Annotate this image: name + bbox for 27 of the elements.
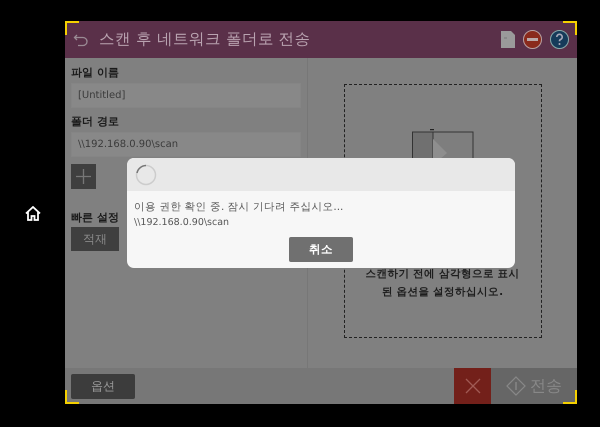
plus-icon: [76, 168, 91, 184]
close-icon: [464, 378, 480, 394]
corner-mark: [563, 21, 577, 35]
add-button[interactable]: [71, 164, 96, 188]
dialog-cancel-button[interactable]: 취소: [289, 236, 353, 262]
corner-mark: [563, 390, 577, 404]
help-icon[interactable]: [550, 30, 569, 49]
corner-mark: [65, 21, 79, 35]
screen-title: 스캔 후 네트워크 폴더로 전송: [99, 28, 311, 50]
spinner-icon: [135, 164, 157, 186]
home-icon[interactable]: [24, 206, 40, 221]
cancel-button[interactable]: [454, 368, 491, 404]
dialog-path: \\192.168.0.90\scan: [134, 216, 230, 228]
field-label: 폴더 경로: [71, 114, 119, 128]
start-icon: [506, 376, 526, 396]
hint-text: 스캔하기 전에 삼각형으로 표시 된 옵션을 설정하십시오.: [366, 267, 520, 300]
options-button[interactable]: 옵션: [71, 374, 135, 398]
back-icon[interactable]: [73, 32, 89, 46]
text-field[interactable]: [Untitled]: [71, 82, 301, 108]
document-icon[interactable]: [501, 31, 515, 48]
corner-mark: [65, 390, 79, 404]
field-label: 파일 이름: [71, 66, 119, 80]
dialog-message: 이용 권한 확인 중. 잠시 기다려 주십시오...: [134, 201, 344, 214]
text-field[interactable]: \\192.168.0.90\scan: [71, 132, 301, 156]
stop-icon[interactable]: [523, 30, 542, 49]
field-label: 빠른 설정: [71, 210, 119, 224]
segment-button[interactable]: 적재: [71, 227, 119, 252]
